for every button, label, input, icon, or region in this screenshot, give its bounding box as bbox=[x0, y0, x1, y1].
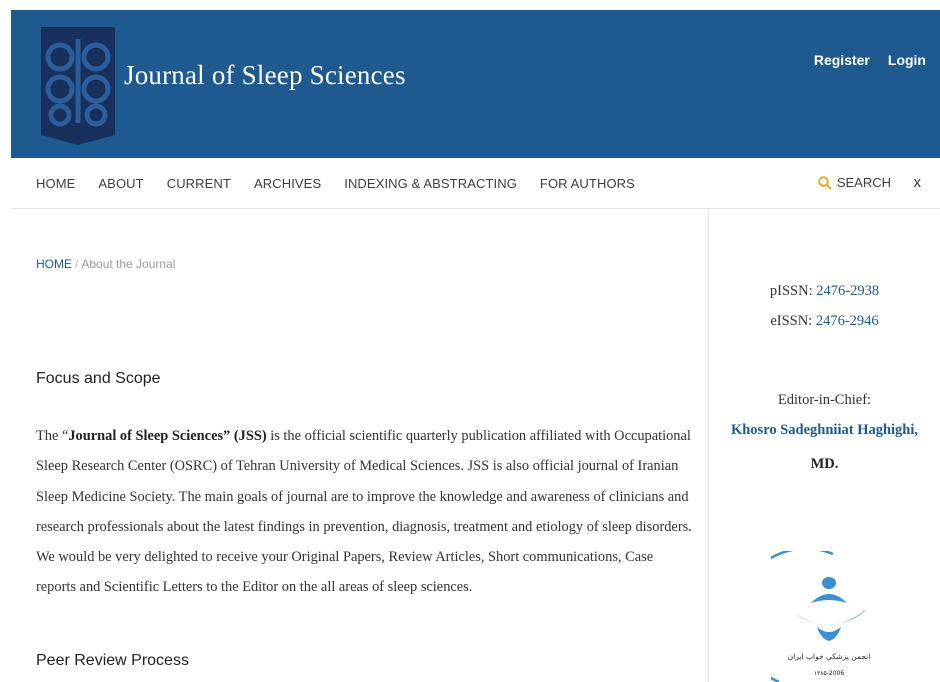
focus-scope-heading: Focus and Scope bbox=[36, 370, 161, 387]
close-icon[interactable]: x bbox=[914, 174, 922, 191]
eissn-label: eISSN: bbox=[770, 313, 813, 329]
pissn-label: pISSN: bbox=[769, 283, 813, 299]
search-label: SEARCH bbox=[836, 175, 891, 190]
site-header: Journal of Sleep Sciences Register Login bbox=[11, 10, 940, 158]
breadcrumb-current: About the Journal bbox=[81, 257, 176, 271]
editor-degree: MD. bbox=[810, 456, 839, 472]
journal-logo[interactable] bbox=[41, 27, 115, 145]
focus-scope-text: The “Journal of Sleep Sciences” (JSS) is… bbox=[36, 421, 696, 603]
nav-item-current[interactable]: CURRENT bbox=[167, 176, 231, 191]
nav-item-home[interactable]: HOME bbox=[36, 176, 75, 191]
register-link[interactable]: Register bbox=[814, 52, 870, 68]
main-content: HOME / About the Journal Focus and Scope T… bbox=[11, 209, 709, 682]
focus-intro: The “ bbox=[36, 428, 69, 444]
breadcrumb-home-link[interactable]: HOME bbox=[36, 257, 72, 271]
nav-item-archives[interactable]: ARCHIVES bbox=[254, 176, 321, 191]
eissn-line: eISSN: 2476-2946 bbox=[709, 313, 940, 330]
primary-nav: HOME ABOUT CURRENT ARCHIVES INDEXING & A… bbox=[11, 158, 940, 209]
eissn-link[interactable]: 2476-2946 bbox=[816, 313, 879, 329]
peer-review-heading: Peer Review Process bbox=[36, 652, 189, 669]
breadcrumb: HOME / About the Journal bbox=[36, 257, 175, 271]
user-nav: Register Login bbox=[814, 52, 926, 68]
pissn-link[interactable]: 2476-2938 bbox=[816, 283, 879, 299]
search-button[interactable]: SEARCH bbox=[818, 175, 891, 190]
breadcrumb-separator: / bbox=[75, 257, 79, 271]
sidebar: pISSN: 2476-2938 eISSN: 2476-2946 Editor… bbox=[709, 209, 940, 682]
nav-item-indexing[interactable]: INDEXING & ABSTRACTING bbox=[344, 176, 517, 191]
focus-body: is the official scientific quarterly pub… bbox=[36, 428, 692, 596]
nav-item-for-authors[interactable]: FOR AUTHORS bbox=[540, 176, 635, 191]
sleep-society-logo[interactable]: انجمن پزشکی خواب ایران ۱۳۸۵-2006 bbox=[771, 551, 881, 682]
editor-in-chief-label: Editor-in-Chief: bbox=[777, 392, 872, 408]
society-year-text: ۱۳۸۵-2006 bbox=[814, 670, 845, 677]
editor-in-chief-link[interactable]: Khosro Sadeghniiat Haghighi, bbox=[709, 422, 940, 439]
login-link[interactable]: Login bbox=[888, 52, 926, 68]
search-icon bbox=[818, 175, 832, 190]
page-edge bbox=[0, 0, 11, 682]
nav-item-about[interactable]: ABOUT bbox=[98, 176, 143, 191]
society-name-text: انجمن پزشکی خواب ایران bbox=[788, 652, 871, 661]
pissn-line: pISSN: 2476-2938 bbox=[709, 283, 940, 300]
site-title[interactable]: Journal of Sleep Sciences bbox=[124, 60, 406, 91]
focus-journal-name: Journal of Sleep Sciences” (JSS) bbox=[68, 428, 267, 444]
